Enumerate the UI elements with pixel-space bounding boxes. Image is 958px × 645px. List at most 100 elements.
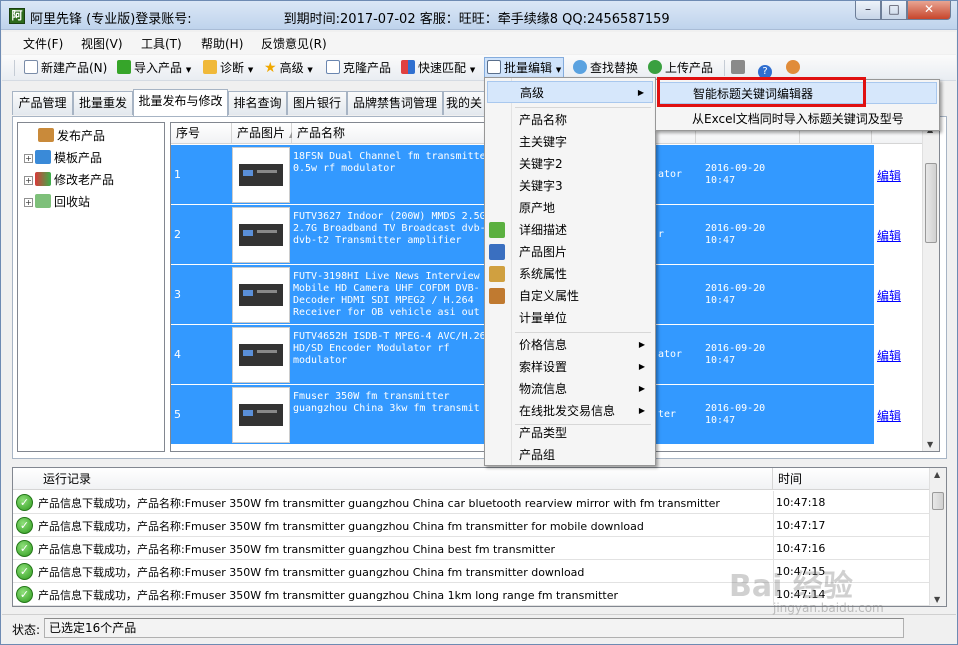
product-name-overflow: ator xyxy=(658,169,683,180)
menu-item[interactable]: 关键字2 xyxy=(487,153,653,175)
success-check-icon: ✓ xyxy=(16,494,33,511)
import-product-button[interactable]: 导入产品 ▼ xyxy=(117,59,191,77)
product-thumbnail[interactable] xyxy=(232,147,290,203)
menu-item-advanced[interactable]: 高级 ▶ xyxy=(487,81,653,103)
product-image-icon xyxy=(239,404,283,426)
tab-batch-publish-modify[interactable]: 批量发布与修改 xyxy=(133,89,228,116)
edit-link[interactable]: 编辑 xyxy=(877,407,902,424)
row-number: 4 xyxy=(174,348,181,361)
menu-item[interactable]: 产品图片 xyxy=(487,241,653,263)
publish-time: 2016-09-20 10:47 xyxy=(705,163,766,186)
batch-edit-dropdown-menu: 高级 ▶ 产品名称 主关键字 关键字2 关键字3 原产地 详细描述 产品图片 系统属性 自定义属性… xyxy=(484,77,656,466)
edit-link[interactable]: 编辑 xyxy=(877,347,902,364)
expand-icon[interactable]: + xyxy=(24,154,33,163)
menu-item-import-from-excel[interactable]: 从Excel文档同时导入标题关键词及型号 xyxy=(658,108,937,130)
menu-item[interactable]: 关键字3 xyxy=(487,175,653,197)
status-value: 已选定16个产品 xyxy=(44,618,904,638)
tab-product-management[interactable]: 产品管理 xyxy=(12,91,73,115)
tree-item-template[interactable]: + 模板产品 xyxy=(24,149,102,167)
submenu-arrow-icon: ▶ xyxy=(638,384,645,393)
log-row[interactable]: ✓ 产品信息下载成功，产品名称:Fmuser 350W fm transmitte… xyxy=(13,514,931,537)
menu-item[interactable]: 产品名称 xyxy=(487,109,653,131)
menu-item[interactable]: 详细描述 xyxy=(487,219,653,241)
clone-icon xyxy=(326,60,340,74)
menu-item[interactable]: 在线批发交易信息 ▶ xyxy=(487,400,653,422)
new-document-icon xyxy=(24,60,38,74)
user-button[interactable] xyxy=(786,59,803,77)
success-check-icon: ✓ xyxy=(16,540,33,557)
log-row[interactable]: ✓ 产品信息下载成功，产品名称:Fmuser 350W fm transmitte… xyxy=(13,537,931,560)
menu-item[interactable]: 原产地 xyxy=(487,197,653,219)
tab-image-bank[interactable]: 图片银行 xyxy=(287,91,347,115)
diagnose-button[interactable]: 诊断 ▼ xyxy=(203,59,253,77)
product-thumbnail[interactable] xyxy=(232,207,290,263)
edit-link[interactable]: 编辑 xyxy=(877,167,902,184)
edit-link[interactable]: 编辑 xyxy=(877,287,902,304)
log-vertical-scrollbar[interactable]: ▲ ▼ xyxy=(929,468,946,606)
clone-product-button[interactable]: 克隆产品 xyxy=(326,59,391,77)
menu-item[interactable]: 系统属性 xyxy=(487,263,653,285)
scrollbar-thumb[interactable] xyxy=(925,163,937,243)
scroll-up-icon[interactable]: ▲ xyxy=(934,470,940,479)
product-image-icon xyxy=(239,164,283,186)
box-icon xyxy=(38,128,54,142)
scroll-down-icon[interactable]: ▼ xyxy=(934,595,940,604)
menu-file[interactable]: 文件(F) xyxy=(23,35,63,52)
grid-vertical-scrollbar[interactable]: ▲ ▼ xyxy=(922,123,939,451)
publish-time: 2016-09-20 10:47 xyxy=(705,403,766,426)
template-icon xyxy=(35,150,51,164)
menu-item[interactable]: 物流信息 ▶ xyxy=(487,378,653,400)
upload-product-button[interactable]: 上传产品 xyxy=(648,59,713,77)
help-button[interactable]: ? xyxy=(758,59,775,79)
product-thumbnail[interactable] xyxy=(232,387,290,443)
menu-tools[interactable]: 工具(T) xyxy=(141,35,182,52)
tree-item-modify-old[interactable]: + 修改老产品 xyxy=(24,171,114,189)
col-header-no[interactable]: 序号 xyxy=(171,123,232,144)
publish-time: 2016-09-20 10:47 xyxy=(705,343,766,366)
tab-brand-banned-words[interactable]: 品牌禁售词管理 xyxy=(347,91,443,115)
menu-item[interactable]: 计量单位 xyxy=(487,307,653,329)
scrollbar-thumb[interactable] xyxy=(932,492,944,510)
tab-batch-repost[interactable]: 批量重发 xyxy=(73,91,133,115)
find-replace-button[interactable]: 查找替换 xyxy=(573,59,638,77)
menu-item[interactable]: 产品类型 xyxy=(487,422,653,444)
menu-item[interactable]: 索样设置 ▶ xyxy=(487,356,653,378)
log-row[interactable]: ✓ 产品信息下载成功，产品名称:Fmuser 350W fm transmitte… xyxy=(13,491,931,514)
status-label: 状态: xyxy=(12,623,41,637)
tree-item-publish[interactable]: 发布产品 xyxy=(38,127,105,145)
settings-tools-button[interactable] xyxy=(731,59,748,77)
minimize-button[interactable]: – xyxy=(855,1,881,20)
title-bar[interactable]: 阿 阿里先锋 (专业版)登录账号: 到期时间:2017-07-02 客服：旺旺：牵… xyxy=(1,1,957,30)
product-thumbnail[interactable] xyxy=(232,267,290,323)
tab-ranking-query[interactable]: 排名查询 xyxy=(228,91,287,115)
maximize-button[interactable]: □ xyxy=(881,1,907,20)
menu-help[interactable]: 帮助(H) xyxy=(201,35,243,52)
new-product-button[interactable]: 新建产品(N) xyxy=(24,59,107,77)
edit-pencil-icon xyxy=(487,60,501,74)
edit-link[interactable]: 编辑 xyxy=(877,227,902,244)
success-check-icon: ✓ xyxy=(16,563,33,580)
close-button[interactable]: ✕ xyxy=(907,1,951,20)
expand-icon[interactable]: + xyxy=(24,198,33,207)
menu-view[interactable]: 视图(V) xyxy=(81,35,123,52)
menu-item[interactable]: 自定义属性 xyxy=(487,285,653,307)
custom-attr-icon xyxy=(489,288,505,304)
product-thumbnail[interactable] xyxy=(232,327,290,383)
menu-item[interactable]: 主关键字 xyxy=(487,131,653,153)
tree-item-recycle-bin[interactable]: + 回收站 xyxy=(24,193,90,211)
tools-icon xyxy=(731,60,745,74)
advanced-button[interactable]: ★ 高级 ▼ xyxy=(264,59,313,77)
menu-separator xyxy=(515,107,651,108)
menu-item[interactable]: 产品组 xyxy=(487,444,653,466)
product-name-overflow: r xyxy=(658,229,665,240)
menu-feedback[interactable]: 反馈意见(R) xyxy=(261,35,327,52)
expand-icon[interactable]: + xyxy=(24,176,33,185)
scroll-down-icon[interactable]: ▼ xyxy=(927,440,933,449)
app-logo-icon: 阿 xyxy=(9,8,25,24)
menu-item[interactable]: 价格信息 ▶ xyxy=(487,334,653,356)
quick-match-button[interactable]: 快速匹配 ▼ xyxy=(401,59,475,77)
row-number: 1 xyxy=(174,168,181,181)
tab-mine[interactable]: 我的关 xyxy=(443,91,485,115)
batch-edit-button[interactable]: 批量编辑 ▼ xyxy=(484,57,565,79)
col-header-image[interactable]: 产品图片 ▲ xyxy=(232,123,295,144)
